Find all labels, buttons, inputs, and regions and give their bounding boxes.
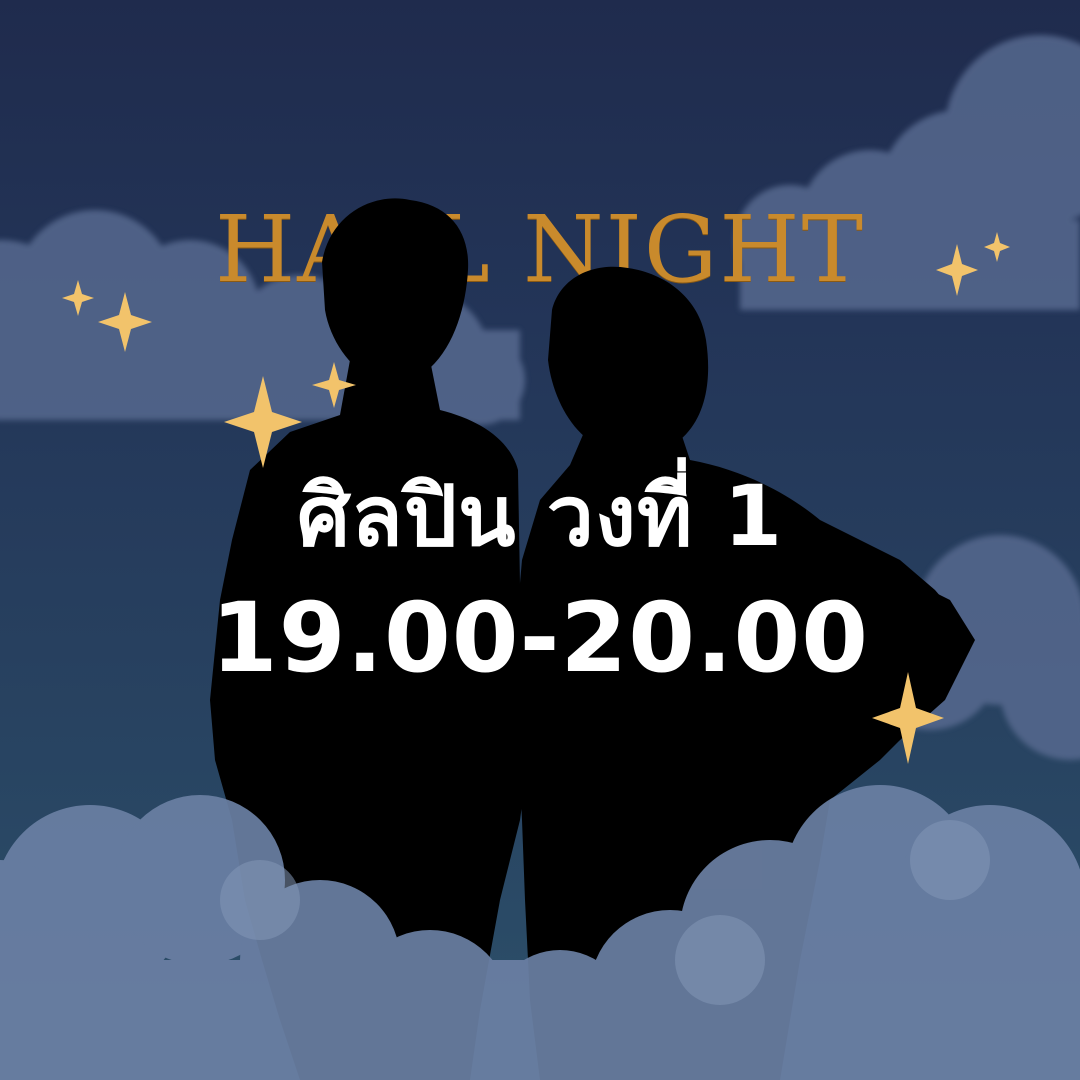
event-poster: HALL NIGHT ศิลปิน วงที่ 1 19.00-20.00 [0,0,1080,1080]
four-point-star-icon [872,672,944,764]
four-point-star-icon [62,280,94,316]
four-point-star-icon [936,244,978,296]
four-point-star-icon [224,376,302,468]
four-point-star-icon [98,292,152,352]
sparkle-layer [62,232,1010,764]
four-point-star-icon [984,232,1010,262]
four-point-star-icon [312,362,356,408]
